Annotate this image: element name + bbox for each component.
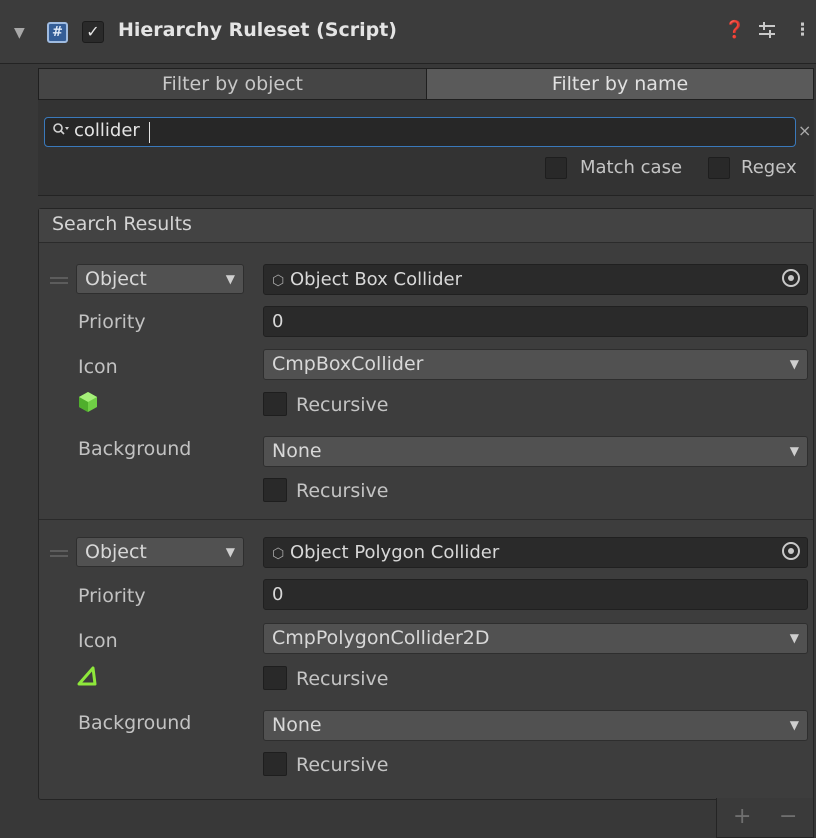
recursive-checkbox[interactable] (263, 666, 287, 690)
object-picker-icon[interactable] (782, 542, 800, 560)
dropdown-arrow-icon: ▼ (225, 272, 235, 286)
drag-handle[interactable] (50, 550, 68, 557)
priority-label: Priority (78, 585, 146, 607)
background-dropdown-value: None (272, 714, 322, 736)
search-panel (38, 100, 814, 196)
list-footer (716, 798, 814, 838)
script-icon: # (47, 22, 68, 43)
remove-rule-button[interactable]: − (779, 804, 797, 829)
object-picker-icon[interactable] (782, 269, 800, 287)
component-enabled-checkbox[interactable]: ✓ (82, 21, 104, 43)
object-field-value: Object Polygon Collider (289, 542, 500, 563)
background-label: Background (78, 712, 192, 734)
search-input[interactable] (44, 117, 796, 147)
search-icon[interactable] (52, 122, 70, 140)
row-divider (39, 519, 813, 520)
recursive-checkbox[interactable] (263, 478, 287, 502)
object-field[interactable]: ⬡ Object Box Collider (263, 264, 808, 295)
dropdown-arrow-icon: ▼ (789, 718, 799, 732)
icon-dropdown[interactable]: CmpBoxCollider ▼ (263, 349, 808, 380)
search-input-value[interactable]: collider (74, 120, 140, 141)
icon-dropdown-value: CmpBoxCollider (272, 353, 424, 375)
background-label: Background (78, 438, 192, 460)
rule-type-dropdown[interactable]: Object ▼ (76, 264, 244, 294)
add-rule-button[interactable]: + (733, 804, 751, 829)
dropdown-arrow-icon: ▼ (789, 631, 799, 645)
recursive-label: Recursive (296, 754, 389, 776)
drag-handle[interactable] (50, 277, 68, 284)
rule-type-value: Object (85, 541, 147, 563)
component-title: Hierarchy Ruleset (Script) (118, 19, 397, 41)
dropdown-arrow-icon: ▼ (225, 545, 235, 559)
icon-dropdown-value: CmpPolygonCollider2D (272, 627, 490, 649)
object-field[interactable]: ⬡ Object Polygon Collider (263, 537, 808, 568)
tab-filter-by-name[interactable]: Filter by name (427, 69, 813, 99)
polygon-collider-icon (76, 665, 98, 691)
regex-label: Regex (741, 157, 797, 178)
object-field-value: Object Box Collider (289, 269, 462, 290)
background-dropdown-value: None (272, 440, 322, 462)
tab-filter-by-object[interactable]: Filter by object (39, 69, 427, 99)
gameobject-icon: ⬡ (272, 546, 285, 562)
search-results-title: Search Results (52, 213, 192, 235)
priority-value: 0 (272, 311, 284, 332)
recursive-checkbox[interactable] (263, 752, 287, 776)
recursive-checkbox[interactable] (263, 392, 287, 416)
box-collider-icon (78, 391, 98, 417)
priority-field[interactable]: 0 (263, 579, 808, 610)
rule-type-value: Object (85, 268, 147, 290)
match-case-label: Match case (580, 157, 683, 178)
priority-label: Priority (78, 311, 146, 333)
icon-label: Icon (78, 356, 118, 378)
match-case-checkbox[interactable] (545, 157, 567, 179)
help-icon[interactable]: ❓ (724, 20, 745, 40)
background-dropdown[interactable]: None ▼ (263, 436, 808, 467)
regex-checkbox[interactable] (708, 157, 730, 179)
dropdown-arrow-icon: ▼ (789, 444, 799, 458)
background-dropdown[interactable]: None ▼ (263, 710, 808, 741)
icon-label: Icon (78, 630, 118, 652)
component-menu-icon[interactable]: ⋮ (794, 20, 811, 40)
priority-value: 0 (272, 584, 284, 605)
recursive-label: Recursive (296, 668, 389, 690)
dropdown-arrow-icon: ▼ (789, 357, 799, 371)
clear-search-icon[interactable]: × (798, 121, 811, 140)
filter-tabs: Filter by object Filter by name (38, 68, 814, 100)
gameobject-icon: ⬡ (272, 273, 285, 289)
priority-field[interactable]: 0 (263, 306, 808, 337)
foldout-triangle-icon[interactable]: ▼ (14, 25, 25, 41)
presets-icon[interactable] (757, 20, 777, 45)
rule-type-dropdown[interactable]: Object ▼ (76, 537, 244, 567)
recursive-label: Recursive (296, 394, 389, 416)
icon-dropdown[interactable]: CmpPolygonCollider2D ▼ (263, 623, 808, 654)
recursive-label: Recursive (296, 480, 389, 502)
text-caret (149, 122, 150, 143)
